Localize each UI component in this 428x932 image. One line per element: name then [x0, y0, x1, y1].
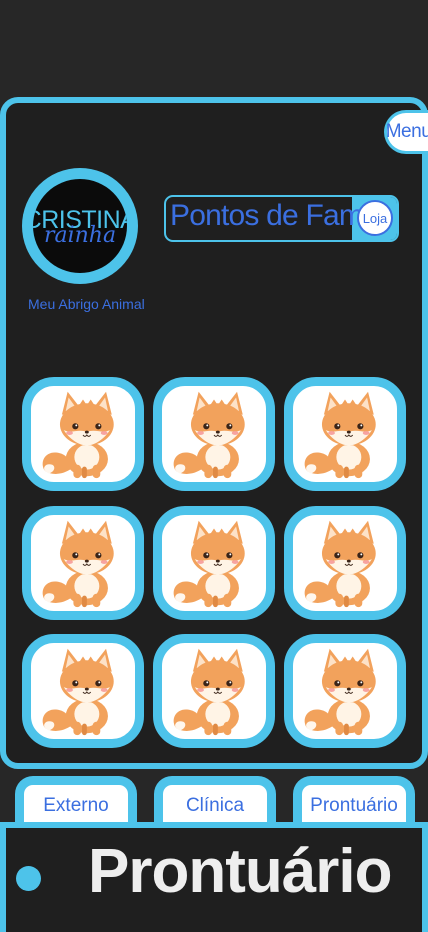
- shop-button[interactable]: Loja: [357, 200, 393, 236]
- bullet-icon: [16, 866, 41, 891]
- fox-icon: [297, 643, 393, 739]
- tab-externo[interactable]: Externo: [15, 776, 137, 826]
- menu-button[interactable]: Menu: [384, 110, 428, 154]
- animal-slot-fox[interactable]: [22, 634, 144, 748]
- fox-icon: [35, 515, 131, 611]
- tab-prontuario[interactable]: Prontuário: [293, 776, 415, 826]
- fox-icon: [166, 643, 262, 739]
- fox-icon: [166, 515, 262, 611]
- animal-slot-fox[interactable]: [153, 634, 275, 748]
- avatar[interactable]: CRISTINA rainha: [22, 168, 138, 284]
- animal-slot-fox[interactable]: [284, 506, 406, 620]
- fox-icon: [35, 386, 131, 482]
- animal-slot-fox[interactable]: [22, 506, 144, 620]
- fox-icon: [297, 515, 393, 611]
- animal-slot-fox[interactable]: [153, 377, 275, 491]
- tab-clinica[interactable]: Clínica: [154, 776, 276, 826]
- shelter-name: Meu Abrigo Animal: [28, 296, 145, 312]
- animal-slot-fox[interactable]: [153, 506, 275, 620]
- animal-slot-fox[interactable]: [284, 377, 406, 491]
- fame-points-label: Pontos de Fama: [170, 199, 380, 232]
- avatar-image: CRISTINA rainha: [33, 179, 127, 273]
- animal-slot-fox[interactable]: [22, 377, 144, 491]
- fox-icon: [297, 386, 393, 482]
- fox-icon: [166, 386, 262, 482]
- fox-icon: [35, 643, 131, 739]
- animal-slot-fox[interactable]: [284, 634, 406, 748]
- section-title: Prontuário: [88, 837, 392, 906]
- avatar-text-line2: rainha: [43, 223, 117, 248]
